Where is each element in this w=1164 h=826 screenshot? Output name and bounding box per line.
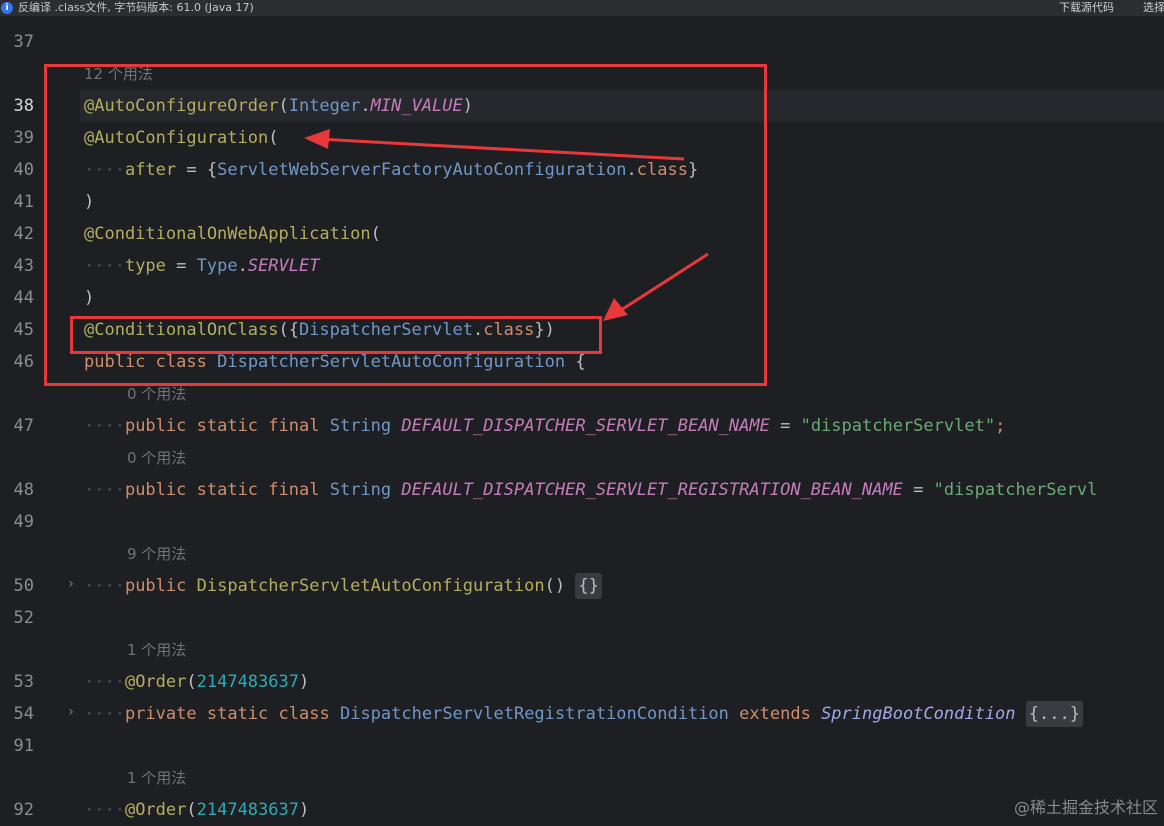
info-icon: i	[1, 2, 13, 14]
download-source-link[interactable]: 下载源代码	[1059, 0, 1114, 16]
code-editor[interactable]: 37 38 39 40 41 42 43 44 45 46 47 48 49 5…	[0, 16, 1164, 824]
arrow-line	[617, 252, 709, 314]
arrow-line	[317, 137, 685, 161]
arrow-head	[304, 129, 330, 149]
annotation-arrows	[304, 129, 709, 321]
decompiled-class-banner: i 反编译 .class文件, 字节码版本: 61.0 (Java 17) 下载…	[0, 0, 1164, 16]
banner-message: 反编译 .class文件, 字节码版本: 61.0 (Java 17)	[18, 1, 254, 14]
watermark: @稀土掘金技术社区	[1013, 798, 1158, 817]
choose-source-link[interactable]: 选择	[1143, 0, 1164, 16]
